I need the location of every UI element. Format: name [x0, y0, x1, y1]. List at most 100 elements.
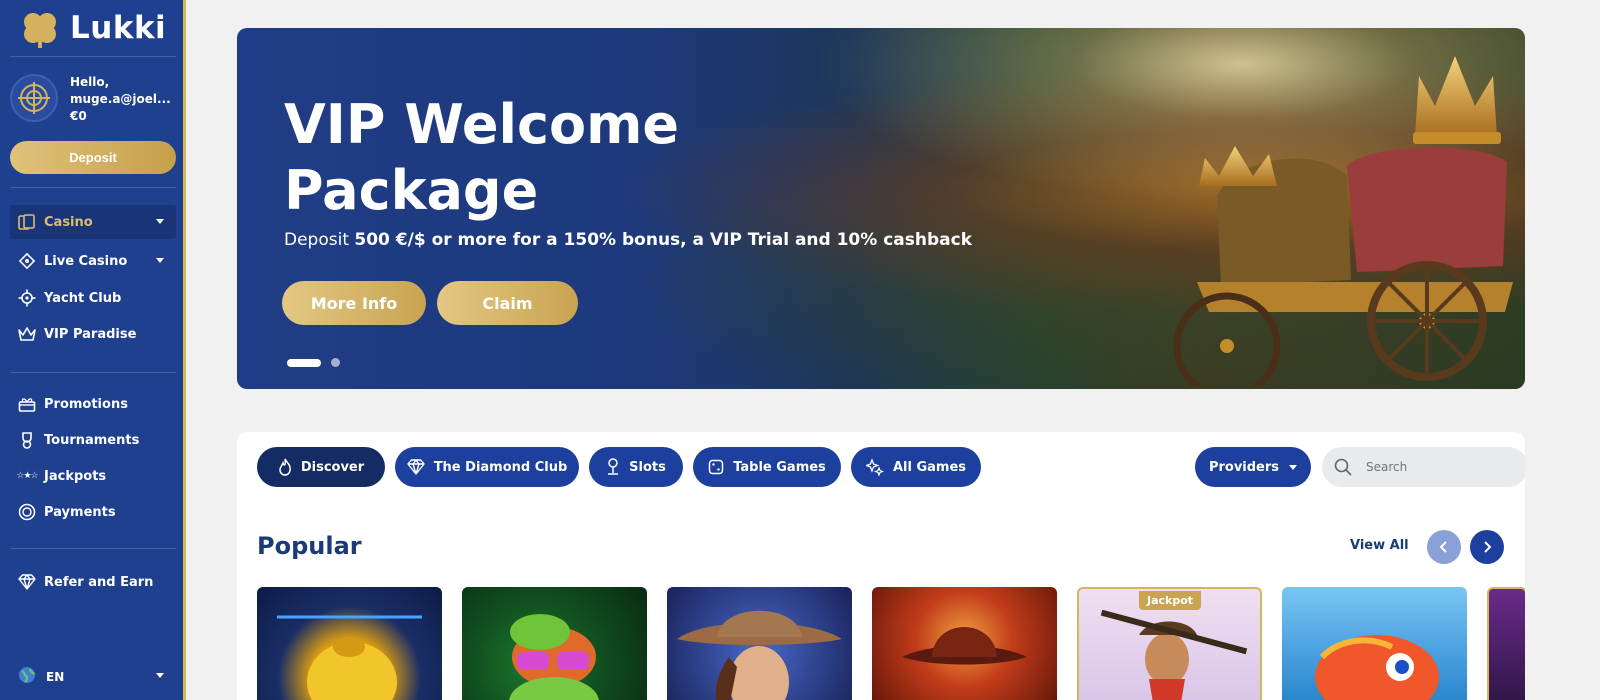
divider: [10, 56, 176, 57]
sidebar: Lukki Hello, muge.a@joel... €0 Deposit C…: [0, 0, 186, 700]
carousel-dot[interactable]: [331, 358, 340, 367]
target-icon: [18, 82, 50, 114]
user-email: muge.a@joel...: [70, 92, 171, 106]
nav-item-vip-paradise[interactable]: VIP Paradise: [10, 317, 176, 351]
tab-discover[interactable]: Discover: [257, 447, 385, 487]
game-card[interactable]: [257, 587, 442, 700]
nav-label: Refer and Earn: [44, 574, 154, 590]
tab-the-diamond-club[interactable]: The Diamond Club: [395, 447, 579, 487]
royal-carriage-illustration: [1173, 56, 1513, 386]
next-arrow-button[interactable]: [1470, 530, 1504, 564]
clover-icon: [24, 13, 56, 48]
game-card[interactable]: [462, 587, 647, 700]
tab-slots[interactable]: Slots: [589, 447, 683, 487]
nav-label: Live Casino: [44, 253, 128, 269]
chevron-down-icon: [156, 673, 164, 678]
nav-label: Tournaments: [44, 432, 140, 448]
game-card[interactable]: [872, 587, 1057, 700]
deposit-button[interactable]: Deposit: [10, 141, 176, 174]
gift-icon: [18, 395, 36, 413]
trophy-icon: [18, 431, 36, 449]
greeting: Hello,: [70, 75, 110, 89]
nav-item-payments[interactable]: Payments: [10, 495, 176, 529]
game-card[interactable]: [667, 587, 852, 700]
tab-label: Table Games: [733, 459, 826, 475]
nav-item-casino[interactable]: Casino: [10, 205, 176, 239]
more-info-button[interactable]: More Info: [282, 281, 426, 325]
brand-name: Lukki: [70, 10, 167, 46]
nav-label: Promotions: [44, 396, 128, 412]
chevron-down-icon[interactable]: [156, 258, 164, 263]
promo-banner[interactable]: VIP Welcome Package Deposit 500 €/$ or m…: [237, 28, 1525, 389]
coin-icon: [18, 503, 36, 521]
tab-label: The Diamond Club: [433, 459, 568, 475]
avatar: [10, 74, 58, 122]
diamond-icon: [18, 573, 36, 591]
nav-label: Jackpots: [44, 468, 107, 484]
search-box[interactable]: [1322, 447, 1525, 487]
frog-character-thumbnail: [509, 614, 599, 700]
sparkle-icon: [865, 458, 884, 476]
tab-table-games[interactable]: Table Games: [693, 447, 841, 487]
game-card[interactable]: [1282, 587, 1467, 700]
divider: [10, 372, 176, 373]
tab-all-games[interactable]: All Games: [851, 447, 981, 487]
nav-item-jackpots[interactable]: ☆★☆ Jackpots: [10, 459, 176, 493]
cowgirl-thumbnail: [677, 610, 842, 700]
diamond-icon: [406, 459, 425, 475]
providers-dropdown[interactable]: Providers: [1195, 447, 1311, 487]
carousel-dot-active[interactable]: [287, 358, 321, 367]
nav-label: Yacht Club: [44, 290, 122, 306]
piggy-bank-thumbnail: [277, 615, 422, 700]
fish-thumbnail: [1315, 635, 1439, 700]
banner-title-line-2: Package: [284, 159, 539, 222]
tab-label: All Games: [892, 459, 967, 475]
banner-subtitle-prefix: Deposit: [284, 230, 355, 250]
banner-title-line-1: VIP Welcome: [284, 93, 680, 156]
chevron-right-icon: [1484, 541, 1492, 553]
nav-item-promotions[interactable]: Promotions: [10, 387, 176, 421]
flame-icon: [279, 458, 291, 476]
language-label: EN: [46, 669, 65, 684]
tab-label: Slots: [629, 459, 666, 475]
search-input[interactable]: [1366, 460, 1506, 474]
chevron-left-icon: [1439, 541, 1447, 553]
nav-item-tournaments[interactable]: Tournaments: [10, 423, 176, 457]
banner-subtitle-offer: 500 €/$ or more for a 150% bonus, a VIP …: [354, 230, 973, 250]
section-title: Popular: [257, 532, 362, 560]
search-icon: [1334, 458, 1352, 476]
chevron-down-icon[interactable]: [156, 219, 164, 224]
cards-icon: [18, 213, 36, 231]
view-all-link[interactable]: View All: [1350, 538, 1409, 553]
joystick-icon: [608, 458, 619, 475]
language-selector[interactable]: EN: [18, 666, 164, 687]
nav-item-live-casino[interactable]: Live Casino: [10, 244, 176, 278]
carousel-dots: [287, 358, 340, 367]
nav-item-yacht-club[interactable]: Yacht Club: [10, 281, 176, 315]
user-profile[interactable]: Hello, muge.a@joel... €0: [10, 74, 180, 125]
nav-item-refer-and-earn[interactable]: Refer and Earn: [10, 565, 176, 599]
game-card[interactable]: Jackpot: [1077, 587, 1262, 700]
diamond-outline-icon: [18, 252, 36, 270]
divider: [10, 548, 176, 549]
game-card[interactable]: [1487, 587, 1525, 700]
tab-label: Discover: [300, 459, 365, 475]
nav-label: Casino: [44, 214, 93, 230]
claim-button[interactable]: Claim: [437, 281, 578, 325]
banner-subtitle: Deposit 500 €/$ or more for a 150% bonus…: [284, 230, 972, 250]
logo[interactable]: Lukki: [18, 8, 166, 48]
stars-icon: ☆★☆: [16, 471, 38, 481]
providers-label: Providers: [1208, 459, 1280, 475]
crown-icon: [18, 325, 36, 343]
balance: €0: [70, 109, 87, 123]
jackpot-badge: Jackpot: [1139, 591, 1202, 610]
nav-label: Payments: [44, 504, 116, 520]
dice-icon: [708, 459, 724, 475]
cowboy-hat-thumbnail: [902, 627, 1027, 665]
banner-title: VIP Welcome Package: [284, 92, 679, 224]
divider: [10, 187, 176, 188]
chevron-down-icon: [1289, 464, 1298, 470]
helm-icon: [18, 289, 36, 307]
prev-arrow-button[interactable]: [1427, 530, 1461, 564]
globe-icon: [18, 666, 36, 687]
